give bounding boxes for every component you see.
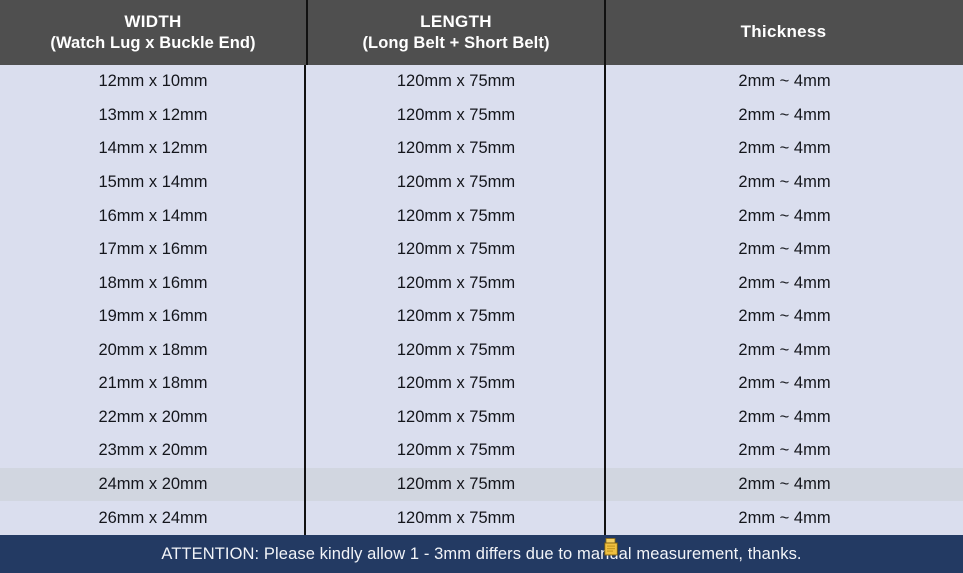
table-row: 19mm x 16mm 120mm x 75mm 2mm ~ 4mm — [0, 300, 963, 334]
table-row: 16mm x 14mm 120mm x 75mm 2mm ~ 4mm — [0, 199, 963, 233]
cell-width: 23mm x 20mm — [98, 441, 208, 460]
cell-thickness: 2mm ~ 4mm — [738, 407, 831, 426]
header-width-title: WIDTH — [124, 12, 182, 32]
table-row: 20mm x 18mm 120mm x 75mm 2mm ~ 4mm — [0, 334, 963, 368]
cell-width: 20mm x 18mm — [98, 340, 208, 359]
cell-thickness: 2mm ~ 4mm — [738, 307, 831, 326]
attention-text: ATTENTION: Please kindly allow 1 - 3mm d… — [161, 544, 802, 563]
table-row: 23mm x 20mm 120mm x 75mm 2mm ~ 4mm — [0, 434, 963, 468]
cell-length: 120mm x 75mm — [396, 407, 516, 426]
cell-width: 18mm x 16mm — [98, 273, 208, 292]
table-row: 12mm x 10mm 120mm x 75mm 2mm ~ 4mm — [0, 65, 963, 99]
cell-width: 14mm x 12mm — [98, 139, 208, 158]
header-length-subtitle: (Long Belt + Short Belt) — [362, 33, 550, 52]
table-header-row: WIDTH (Watch Lug x Buckle End) LENGTH (L… — [0, 0, 963, 65]
cell-length: 120mm x 75mm — [396, 72, 516, 91]
cell-thickness: 2mm ~ 4mm — [738, 240, 831, 259]
cell-thickness: 2mm ~ 4mm — [738, 475, 831, 494]
cell-length: 120mm x 75mm — [396, 374, 516, 393]
cell-width: 22mm x 20mm — [98, 407, 208, 426]
cell-length: 120mm x 75mm — [396, 340, 516, 359]
table-row: 24mm x 20mm 120mm x 75mm 2mm ~ 4mm — [0, 467, 963, 502]
header-cell-width: WIDTH (Watch Lug x Buckle End) — [0, 0, 306, 65]
table-body: 12mm x 10mm 120mm x 75mm 2mm ~ 4mm 13mm x 1… — [0, 65, 963, 535]
cell-width: 12mm x 10mm — [98, 72, 208, 91]
cell-thickness: 2mm ~ 4mm — [738, 172, 831, 191]
table-row: 22mm x 20mm 120mm x 75mm 2mm ~ 4mm — [0, 401, 963, 435]
cell-length: 120mm x 75mm — [396, 139, 516, 158]
attention-bar: ATTENTION: Please kindly allow 1 - 3mm d… — [0, 535, 963, 573]
cell-length: 120mm x 75mm — [396, 441, 516, 460]
cell-length: 120mm x 75mm — [396, 105, 516, 124]
table-row: 13mm x 12mm 120mm x 75mm 2mm ~ 4mm — [0, 99, 963, 133]
cell-width: 17mm x 16mm — [98, 240, 208, 259]
cell-thickness: 2mm ~ 4mm — [738, 340, 831, 359]
cell-thickness: 2mm ~ 4mm — [738, 273, 831, 292]
cell-width: 26mm x 24mm — [98, 508, 208, 527]
cell-width: 24mm x 20mm — [98, 475, 208, 494]
cell-length: 120mm x 75mm — [396, 206, 516, 225]
cell-thickness: 2mm ~ 4mm — [738, 139, 831, 158]
header-cell-length: LENGTH (Long Belt + Short Belt) — [306, 0, 606, 65]
cell-width: 19mm x 16mm — [98, 307, 208, 326]
table-row: 14mm x 12mm 120mm x 75mm 2mm ~ 4mm — [0, 132, 963, 166]
cell-length: 120mm x 75mm — [396, 307, 516, 326]
header-length-title: LENGTH — [420, 12, 492, 32]
cell-length: 120mm x 75mm — [396, 475, 516, 494]
table-row: 26mm x 24mm 120mm x 75mm 2mm ~ 4mm — [0, 501, 963, 535]
cell-thickness: 2mm ~ 4mm — [738, 508, 831, 527]
table-row: 17mm x 16mm 120mm x 75mm 2mm ~ 4mm — [0, 233, 963, 267]
table-row: 18mm x 16mm 120mm x 75mm 2mm ~ 4mm — [0, 266, 963, 300]
cell-width: 15mm x 14mm — [98, 172, 208, 191]
header-cell-thickness: Thickness — [606, 0, 961, 65]
cell-thickness: 2mm ~ 4mm — [738, 441, 831, 460]
cell-thickness: 2mm ~ 4mm — [738, 105, 831, 124]
cell-thickness: 2mm ~ 4mm — [738, 206, 831, 225]
header-thickness-title: Thickness — [740, 22, 827, 42]
cell-thickness: 2mm ~ 4mm — [738, 72, 831, 91]
cell-thickness: 2mm ~ 4mm — [738, 374, 831, 393]
cell-width: 16mm x 14mm — [98, 206, 208, 225]
header-width-subtitle: (Watch Lug x Buckle End) — [50, 33, 256, 52]
cell-width: 13mm x 12mm — [98, 105, 208, 124]
cell-width: 21mm x 18mm — [98, 374, 208, 393]
cell-length: 120mm x 75mm — [396, 508, 516, 527]
table-row: 15mm x 14mm 120mm x 75mm 2mm ~ 4mm — [0, 166, 963, 200]
table-row: 21mm x 18mm 120mm x 75mm 2mm ~ 4mm — [0, 367, 963, 401]
cell-length: 120mm x 75mm — [396, 172, 516, 191]
cell-length: 120mm x 75mm — [396, 240, 516, 259]
watch-strap-size-chart: WIDTH (Watch Lug x Buckle End) LENGTH (L… — [0, 0, 963, 573]
cell-length: 120mm x 75mm — [396, 273, 516, 292]
